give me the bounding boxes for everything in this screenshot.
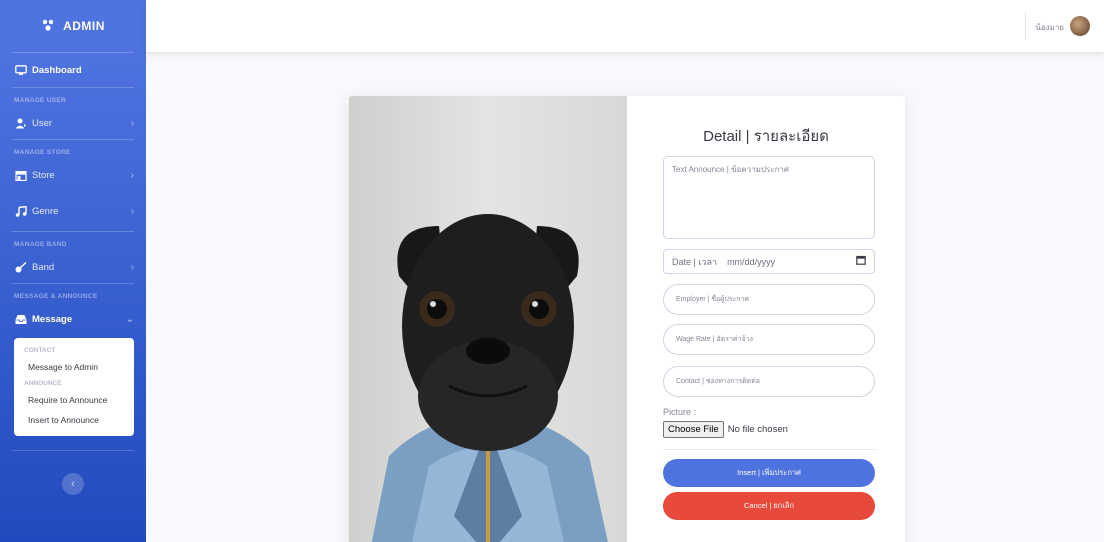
divider xyxy=(12,450,134,451)
announce-form: Detail | รายละเอียด Date | เวลา mm/dd/yy… xyxy=(627,96,905,542)
cancel-button[interactable]: Cancel | ยกเลิก xyxy=(663,492,875,520)
sidebar-item-band[interactable]: Band › xyxy=(0,251,146,283)
chevron-right-icon: › xyxy=(130,117,134,129)
topbar: น้องมาย xyxy=(146,0,1104,52)
submenu-item-require-to-announce[interactable]: Require to Announce xyxy=(14,390,134,410)
announce-card: Detail | รายละเอียด Date | เวลา mm/dd/yy… xyxy=(349,96,905,542)
store-icon xyxy=(14,169,28,181)
text-announce-field[interactable] xyxy=(663,156,875,239)
sidebar-item-store[interactable]: Store › xyxy=(0,159,146,191)
contact-field[interactable] xyxy=(663,366,875,397)
section-heading: MANAGE STORE xyxy=(14,149,71,156)
sidebar-item-dashboard[interactable]: Dashboard xyxy=(0,53,146,87)
picture-label: Picture : xyxy=(663,407,697,417)
wage-rate-field[interactable] xyxy=(663,324,875,355)
avatar[interactable] xyxy=(1070,16,1090,36)
sidebar-item-label: Genre xyxy=(32,205,59,217)
message-submenu: CONTACT Message to Admin ANNOUNCE Requir… xyxy=(14,338,134,436)
music-note-icon xyxy=(14,205,28,217)
sidebar-item-genre[interactable]: Genre › xyxy=(0,191,146,231)
brand-text: ADMIN xyxy=(63,19,105,33)
sidebar-item-label: Message xyxy=(32,313,73,325)
section-heading: MANAGE USER xyxy=(14,97,67,104)
sidebar-item-user[interactable]: User › xyxy=(0,107,146,139)
divider xyxy=(663,449,875,450)
monitor-icon xyxy=(14,64,28,76)
file-status: No file chosen xyxy=(727,424,788,435)
chevron-right-icon: › xyxy=(130,205,134,217)
submenu-item-message-to-admin[interactable]: Message to Admin xyxy=(14,357,134,377)
form-title: Detail | รายละเอียด xyxy=(703,128,829,145)
employer-field[interactable] xyxy=(663,284,875,315)
sidebar-item-message[interactable]: Message ⌄ xyxy=(0,303,146,335)
guitar-icon xyxy=(14,261,28,273)
admin-logo-icon xyxy=(41,18,55,35)
sidebar-toggle-button[interactable]: ‹ xyxy=(62,473,84,495)
choose-file-button[interactable]: Choose File xyxy=(663,421,724,438)
sidebar-brand[interactable]: ADMIN xyxy=(0,0,146,52)
chevron-left-icon: ‹ xyxy=(71,478,75,490)
sidebar-item-label: Store xyxy=(32,169,55,181)
inbox-icon xyxy=(14,313,28,325)
chevron-right-icon: › xyxy=(130,261,134,273)
user-name[interactable]: น้องมาย xyxy=(1035,21,1064,34)
sidebar-item-label: Dashboard xyxy=(32,64,82,76)
submenu-item-insert-to-announce[interactable]: Insert to Announce xyxy=(14,410,134,430)
date-label: Date | เวลา xyxy=(672,256,718,267)
user-icon xyxy=(14,117,28,129)
date-value[interactable]: mm/dd/yyyy xyxy=(727,257,856,267)
submenu-heading: ANNOUNCE xyxy=(24,380,62,387)
insert-button[interactable]: Insert | เพิ่มประกาศ xyxy=(663,459,875,487)
calendar-icon[interactable] xyxy=(856,255,866,268)
sidebar-item-label: User xyxy=(32,117,53,129)
sidebar: ADMIN Dashboard MANAGE USER User › MANAG… xyxy=(0,0,146,542)
file-input: Choose File No file chosen xyxy=(663,421,788,438)
submenu-heading: CONTACT xyxy=(24,347,56,354)
sidebar-item-label: Band xyxy=(32,261,55,273)
date-field[interactable]: Date | เวลา mm/dd/yyyy xyxy=(663,249,875,274)
section-heading: MANAGE BAND xyxy=(14,241,67,248)
chevron-down-icon: ⌄ xyxy=(125,313,134,325)
pug-photo xyxy=(349,96,627,542)
topbar-divider xyxy=(1025,12,1026,40)
section-heading: MESSAGE & ANNOUNCE xyxy=(14,293,98,300)
chevron-right-icon: › xyxy=(130,169,134,181)
